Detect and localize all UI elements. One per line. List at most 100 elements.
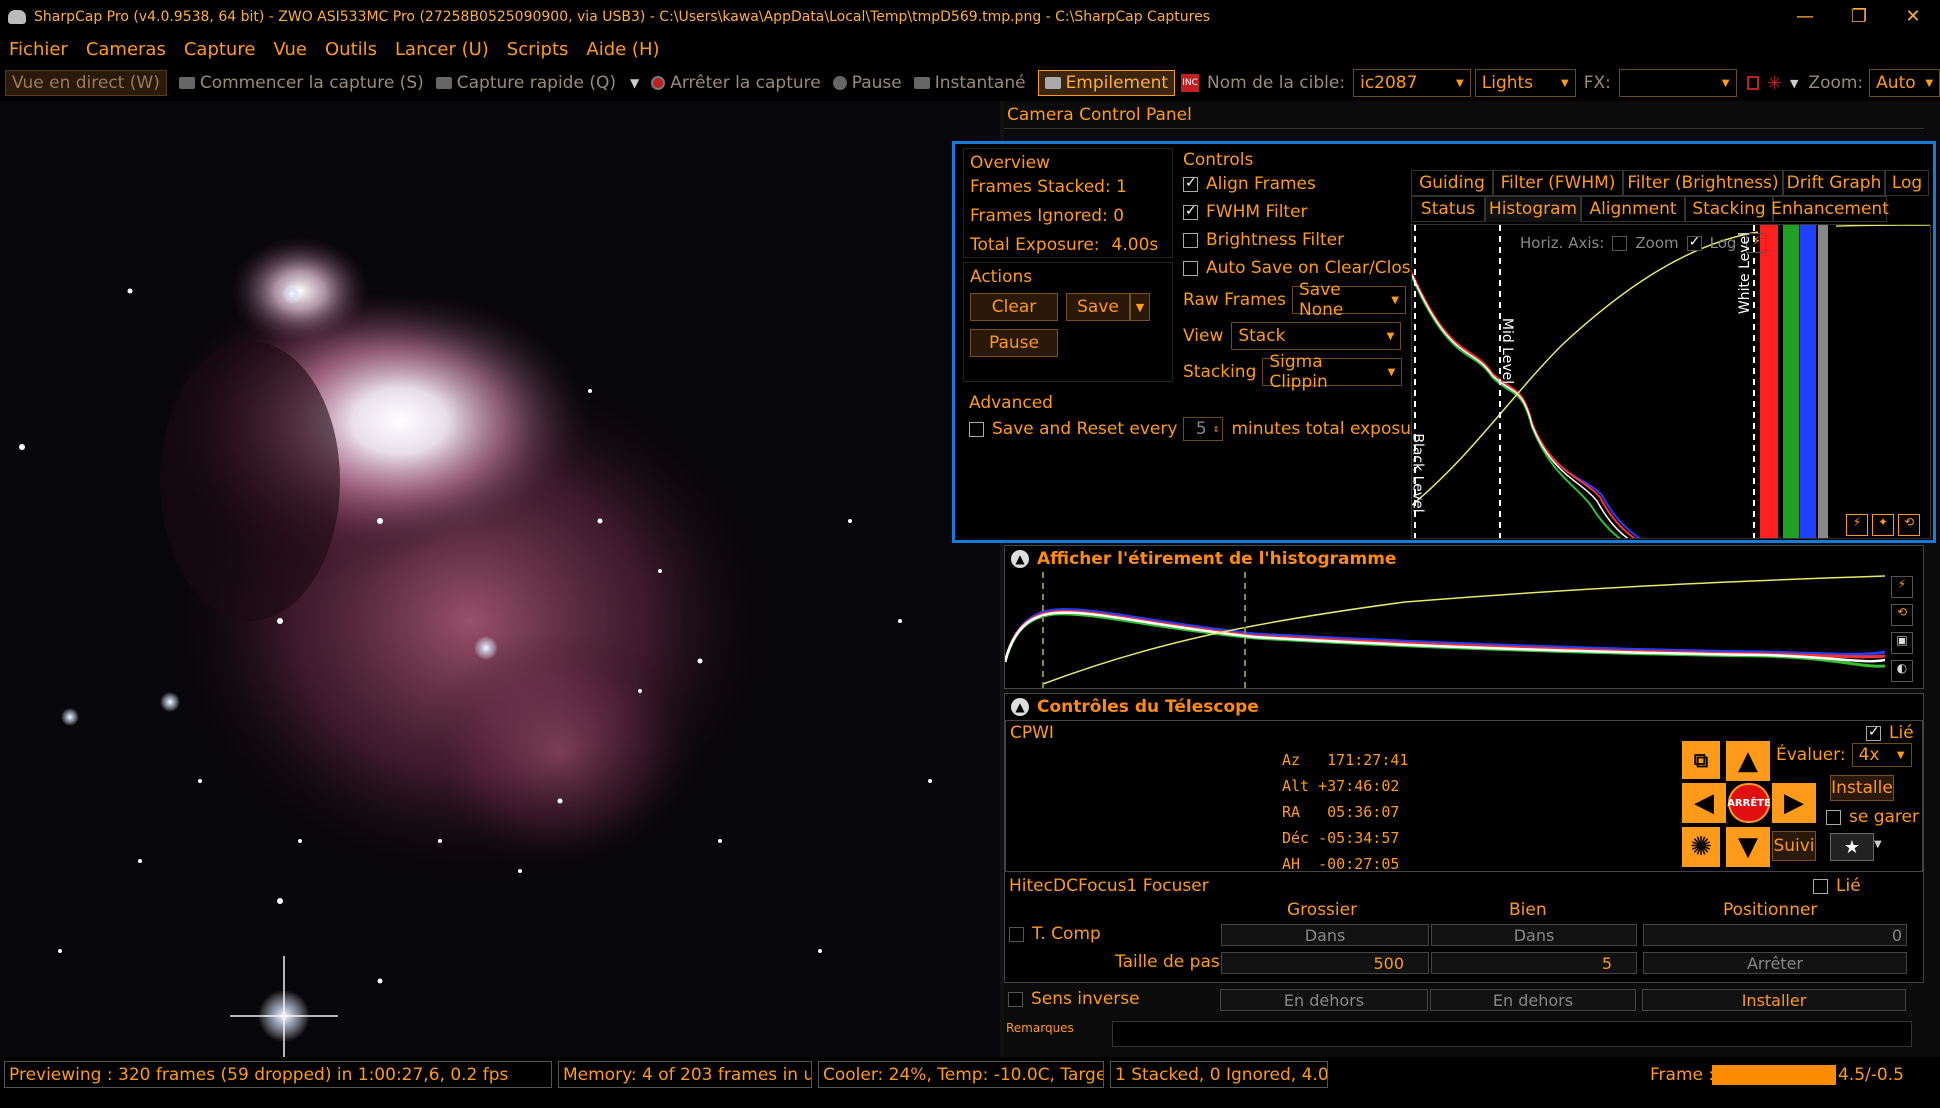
tab-filter-brightness[interactable]: Filter (Brightness) [1623, 170, 1783, 196]
tab-stacking[interactable]: Stacking [1685, 196, 1773, 222]
tab-histogram[interactable]: Histogram [1485, 196, 1581, 222]
snapshot-icon [913, 77, 930, 89]
tcomp-checkbox[interactable] [1009, 926, 1024, 942]
image-preview[interactable] [0, 101, 1000, 1057]
arrow-right-icon[interactable]: ▶ [1772, 783, 1816, 823]
save-reset-minutes[interactable]: 5 ⇕ [1183, 417, 1224, 441]
close-icon[interactable]: ✕ [1886, 0, 1940, 33]
snapshot-button[interactable]: Instantané [913, 73, 1026, 93]
fine-in-button[interactable]: Dans [1431, 924, 1637, 946]
save-reset-checkbox[interactable] [969, 421, 984, 437]
star-icon[interactable]: ★ [1830, 833, 1874, 861]
fine-step-input[interactable]: 5 [1431, 952, 1637, 974]
chevron-down-icon[interactable]: ▼ [630, 76, 639, 90]
menu-bar: Fichier Cameras Capture Vue Outils Lance… [0, 33, 1940, 65]
start-capture-button[interactable]: Commencer la capture (S) [178, 73, 424, 93]
quick-capture-button[interactable]: Capture rapide (Q) ▼ [435, 73, 639, 93]
lightning-icon[interactable]: ⚡ [1891, 576, 1913, 598]
save-button[interactable]: Save [1066, 293, 1130, 321]
menu-cameras[interactable]: Cameras [77, 39, 175, 60]
coarse-in-button[interactable]: Dans [1221, 924, 1429, 946]
coarse-out-button[interactable]: En dehors [1220, 989, 1428, 1011]
stacking-button[interactable]: Empilement [1037, 70, 1176, 96]
tab-status[interactable]: Status [1411, 196, 1485, 222]
target-name-combo[interactable]: ic2087 ▼ [1353, 69, 1471, 97]
arrow-down-icon[interactable]: ▼ [1726, 827, 1770, 867]
chevron-down-icon[interactable]: ▼ [1790, 77, 1798, 90]
tab-guiding[interactable]: Guiding [1411, 170, 1493, 196]
reticle-icon[interactable] [1746, 76, 1759, 90]
focuser-stop-button[interactable]: Arrêter [1643, 952, 1907, 974]
menu-file[interactable]: Fichier [0, 39, 77, 60]
chevron-down-icon[interactable]: ▼ [1874, 839, 1882, 850]
track-button[interactable]: Suivi [1772, 831, 1816, 861]
position-input[interactable]: 0 [1643, 924, 1907, 946]
stop-mount-button[interactable]: ARRÊTE [1727, 783, 1771, 823]
memory-status: Memory: 4 of 203 frames in use. [558, 1061, 812, 1088]
focuser-linked-checkbox[interactable] [1813, 878, 1828, 894]
chevron-down-icon[interactable]: ▼ [1130, 293, 1150, 321]
cross-icon[interactable]: ✳ [1767, 73, 1782, 94]
reset-icon[interactable]: ⟲ [1898, 514, 1920, 536]
tab-drift-graph[interactable]: Drift Graph [1783, 170, 1885, 196]
collapse-icon[interactable]: ▲ [1011, 550, 1029, 568]
live-view-button[interactable]: Vue en direct (W) [5, 70, 167, 96]
arrow-left-icon[interactable]: ◀ [1682, 783, 1726, 823]
rate-combo[interactable]: 4x ▼ [1851, 743, 1912, 767]
zoom-combo[interactable]: Auto ▼ [1869, 69, 1940, 97]
lightning-icon[interactable]: ⚡ [1846, 514, 1868, 536]
frame-type-combo[interactable]: Lights ▼ [1474, 69, 1576, 97]
star-icon[interactable]: ✦ [1872, 514, 1894, 536]
save-icon[interactable]: ▣ [1891, 632, 1913, 654]
tab-enhancement[interactable]: Enhancement [1771, 196, 1889, 222]
rate-value: 4x [1858, 745, 1880, 765]
notes-input[interactable] [1112, 1021, 1912, 1047]
target-icon[interactable]: ✺ [1682, 827, 1720, 867]
collapse-icon[interactable]: ▲ [1011, 698, 1029, 716]
pause-stack-button[interactable]: Pause [970, 329, 1058, 357]
goto-icon[interactable]: ⧉ [1682, 741, 1720, 779]
coarse-step-input[interactable]: 500 [1221, 952, 1429, 974]
raw-frames-combo[interactable]: Save None ▼ [1292, 280, 1406, 320]
stacking-mode-combo[interactable]: Sigma Clippin ▼ [1262, 352, 1403, 392]
menu-launch[interactable]: Lancer (U) [386, 39, 498, 60]
tab-alignment[interactable]: Alignment [1581, 196, 1685, 222]
park-checkbox[interactable] [1826, 809, 1841, 825]
menu-view[interactable]: Vue [264, 39, 316, 60]
mount-setup-button[interactable]: Installe [1830, 775, 1894, 801]
contrast-icon[interactable]: ◐ [1891, 660, 1913, 682]
camera-icon [178, 77, 195, 89]
align-frames-checkbox[interactable] [1183, 175, 1198, 192]
window-title: SharpCap Pro (v4.0.9538, 64 bit) - ZWO A… [34, 8, 1210, 25]
controls-group: Controls Align Frames FWHM Filter Bright… [1177, 148, 1425, 392]
menu-capture[interactable]: Capture [175, 39, 265, 60]
auto-save-checkbox[interactable] [1183, 260, 1198, 276]
mount-linked-checkbox[interactable] [1866, 724, 1881, 741]
minimize-icon[interactable]: — [1778, 0, 1832, 33]
stack-histogram[interactable]: Horiz. Axis: Zoom Log ⚡ Black Level Mid … [1411, 224, 1931, 539]
stop-capture-button[interactable]: Arrêter la capture [651, 73, 821, 93]
telescope-controls-header[interactable]: ▲ Contrôles du Télescope [1005, 694, 1925, 720]
menu-help[interactable]: Aide (H) [577, 39, 668, 60]
stretch-chart[interactable] [1005, 572, 1885, 688]
focuser-setup-button[interactable]: Installer [1642, 989, 1906, 1011]
fx-combo[interactable]: ▼ [1618, 69, 1737, 97]
menu-tools[interactable]: Outils [316, 39, 386, 60]
tab-filter-fwhm[interactable]: Filter (FWHM) [1493, 170, 1623, 196]
focuser-group: HitecDCFocus1 Focuser Lié Grossier Bien … [1005, 874, 1923, 982]
reverse-checkbox[interactable] [1008, 991, 1023, 1007]
view-combo[interactable]: Stack ▼ [1231, 322, 1402, 350]
fwhm-filter-checkbox[interactable] [1183, 203, 1198, 220]
arrow-up-icon[interactable]: ▲ [1726, 741, 1770, 781]
reset-icon[interactable]: ⟲ [1891, 604, 1913, 626]
menu-scripts[interactable]: Scripts [498, 39, 578, 60]
maximize-icon[interactable]: ❐ [1832, 0, 1886, 33]
tab-log[interactable]: Log [1885, 170, 1929, 196]
log-checkbox[interactable] [1686, 234, 1702, 251]
zoom-checkbox[interactable] [1612, 235, 1628, 251]
brightness-filter-checkbox[interactable] [1183, 232, 1198, 248]
pause-button[interactable]: Pause [832, 73, 902, 93]
clear-button[interactable]: Clear [970, 293, 1058, 321]
fine-out-button[interactable]: En dehors [1430, 989, 1636, 1011]
histogram-stretch-header[interactable]: ▲ Afficher l'étirement de l'histogramme [1005, 546, 1925, 572]
